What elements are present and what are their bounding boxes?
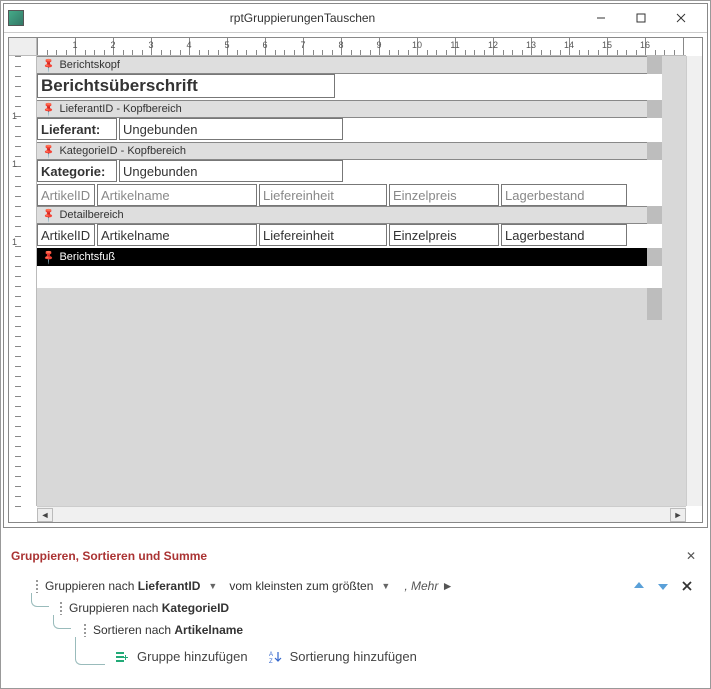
tree-connector xyxy=(75,637,105,665)
drag-handle-icon[interactable] xyxy=(83,623,87,637)
col-label-artikelid[interactable]: ArtikelID xyxy=(37,184,95,206)
section-bar-group2-header[interactable]: 📌 KategorieID - Kopfbereich xyxy=(37,142,662,160)
pane-close-button[interactable]: ✕ xyxy=(682,547,700,565)
app-window: rptGruppierungenTauschen 123456789101112… xyxy=(0,0,711,689)
maximize-button[interactable] xyxy=(621,6,661,30)
section-body-group1-header[interactable]: Lieferant: Ungebunden xyxy=(37,118,662,142)
report-designer-window: rptGruppierungenTauschen 123456789101112… xyxy=(3,3,708,528)
scroll-left-button[interactable]: ◄ xyxy=(37,508,53,522)
section-body-detail[interactable]: ArtikelID Artikelname Liefereinheit Einz… xyxy=(37,224,662,248)
drag-handle-icon[interactable] xyxy=(59,601,63,615)
scroll-right-button[interactable]: ► xyxy=(670,508,686,522)
design-inner: 12345678910111213141516 111 ◄ ► 📌 xyxy=(8,37,703,523)
pushpin-icon: 📌 xyxy=(41,143,58,160)
group1-caption-label[interactable]: Lieferant: xyxy=(37,118,117,140)
detail-field-artikelid[interactable]: ArtikelID xyxy=(37,224,95,246)
group-level-2[interactable]: Gruppieren nach KategorieID xyxy=(59,597,700,619)
report-title-label[interactable]: Berichtsüberschrift xyxy=(37,74,335,98)
col-label-liefereinheit[interactable]: Liefereinheit xyxy=(259,184,387,206)
col-label-artikelname[interactable]: Artikelname xyxy=(97,184,257,206)
group-level-2-text: Gruppieren nach KategorieID xyxy=(69,601,229,615)
horizontal-scrollbar[interactable]: ◄ ► xyxy=(37,506,686,522)
section-bar-group1-header[interactable]: 📌 LieferantID - Kopfbereich xyxy=(37,100,662,118)
tree-connector xyxy=(31,593,49,607)
group2-value-textbox[interactable]: Ungebunden xyxy=(119,160,343,182)
window-title: rptGruppierungenTauschen xyxy=(24,11,581,25)
svg-text:Z: Z xyxy=(269,659,273,664)
section-body-report-footer[interactable] xyxy=(37,266,662,288)
sort-level-3-text: Sortieren nach Artikelname xyxy=(93,623,243,637)
ruler-corner[interactable] xyxy=(9,38,37,56)
drag-handle-icon[interactable] xyxy=(35,579,39,593)
col-label-einzelpreis[interactable]: Einzelpreis xyxy=(389,184,499,206)
svg-text:A: A xyxy=(269,652,273,658)
move-up-icon[interactable] xyxy=(632,579,646,593)
more-toggle[interactable]: , Mehr ► xyxy=(404,579,453,593)
pushpin-icon: 📌 xyxy=(41,101,58,118)
close-button[interactable] xyxy=(661,6,701,30)
section-bar-report-footer[interactable]: 📌 Berichtsfuß xyxy=(37,248,662,266)
tree-connector xyxy=(53,615,71,629)
design-area: 12345678910111213141516 111 ◄ ► 📌 xyxy=(4,32,707,527)
section-bar-detail[interactable]: 📌 Detailbereich xyxy=(37,206,662,224)
dropdown-icon[interactable]: ▼ xyxy=(208,581,217,591)
add-sort-icon: AZ xyxy=(268,650,282,664)
add-sort-link[interactable]: Sortierung hinzufügen xyxy=(290,649,417,664)
section-label: LieferantID - Kopfbereich xyxy=(59,103,181,115)
section-body-group2-header[interactable]: Kategorie: Ungebunden ArtikelID Artikeln… xyxy=(37,160,662,206)
dropdown-icon[interactable]: ▼ xyxy=(381,581,390,591)
add-group-link[interactable]: Gruppe hinzufügen xyxy=(137,649,248,664)
section-label: Detailbereich xyxy=(59,209,123,221)
group1-value-textbox[interactable]: Ungebunden xyxy=(119,118,343,140)
scroll-track[interactable] xyxy=(53,508,670,522)
sort-level-3[interactable]: Sortieren nach Artikelname xyxy=(83,619,700,641)
minimize-button[interactable] xyxy=(581,6,621,30)
titlebar: rptGruppierungenTauschen xyxy=(4,4,707,32)
section-label: Berichtskopf xyxy=(59,59,120,71)
pushpin-icon: 📌 xyxy=(41,249,58,266)
col-label-lagerbestand[interactable]: Lagerbestand xyxy=(501,184,627,206)
detail-field-einzelpreis[interactable]: Einzelpreis xyxy=(389,224,499,246)
pushpin-icon: 📌 xyxy=(41,57,58,74)
group-sort-tree: Gruppieren nach LieferantID ▼ vom kleins… xyxy=(11,575,700,664)
design-canvas[interactable]: 📌 Berichtskopf Berichtsüberschrift 📌 Lie… xyxy=(37,56,686,506)
group-level-1[interactable]: Gruppieren nach LieferantID ▼ vom kleins… xyxy=(35,575,700,597)
move-down-icon[interactable] xyxy=(656,579,670,593)
vertical-scrollbar[interactable] xyxy=(686,56,702,506)
delete-level-button[interactable] xyxy=(680,579,694,593)
add-group-icon xyxy=(115,650,129,664)
section-label: Berichtsfuß xyxy=(59,251,115,263)
section-body-report-header[interactable]: Berichtsüberschrift xyxy=(37,74,662,100)
add-row: Gruppe hinzufügen AZ Sortierung hinzufüg… xyxy=(115,649,700,664)
window-buttons xyxy=(581,6,701,30)
group2-caption-label[interactable]: Kategorie: xyxy=(37,160,117,182)
section-label: KategorieID - Kopfbereich xyxy=(59,145,186,157)
pushpin-icon: 📌 xyxy=(41,207,58,224)
group-sort-pane: Gruppieren, Sortieren und Summe ✕ Gruppi… xyxy=(1,539,710,688)
detail-field-liefereinheit[interactable]: Liefereinheit xyxy=(259,224,387,246)
vertical-ruler[interactable]: 111 xyxy=(9,56,37,506)
detail-field-lagerbestand[interactable]: Lagerbestand xyxy=(501,224,627,246)
section-bar-report-header[interactable]: 📌 Berichtskopf xyxy=(37,56,662,74)
system-icon xyxy=(8,10,24,26)
sort-order-text[interactable]: vom kleinsten zum größten xyxy=(229,579,373,593)
pane-title: Gruppieren, Sortieren und Summe xyxy=(11,549,207,563)
group-level-1-text: Gruppieren nach LieferantID xyxy=(45,579,200,593)
detail-field-artikelname[interactable]: Artikelname xyxy=(97,224,257,246)
horizontal-ruler[interactable]: 12345678910111213141516 xyxy=(37,38,686,56)
